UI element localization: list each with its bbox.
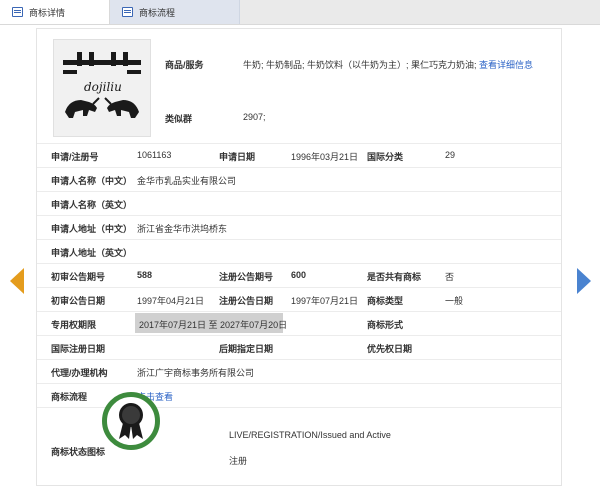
rights-period-value: 2017年07月21日 至 2027年07月20日 — [139, 320, 288, 330]
divider — [37, 191, 561, 192]
status-icon-label: 商标状态图标 — [51, 447, 106, 457]
next-arrow-icon[interactable] — [577, 268, 591, 294]
award-ribbon-icon — [119, 403, 143, 439]
reg-no-value: 1061163 — [137, 150, 172, 160]
applicant-name-cn-label: 申请人名称（中文） — [51, 176, 133, 186]
prelim-pub-no-label: 初审公告期号 — [51, 272, 106, 282]
application-date-value: 1996年03月21日 — [291, 152, 359, 162]
document-icon — [122, 7, 133, 17]
prelim-pub-date-value: 1997年04月21日 — [137, 296, 205, 306]
intl-reg-date-label: 国际注册日期 — [51, 344, 106, 354]
tab-trademark-details[interactable]: 商标详情 — [0, 0, 110, 24]
goods-label: 商品/服务 — [165, 60, 204, 70]
divider — [37, 311, 561, 312]
divider — [37, 239, 561, 240]
application-date-label: 申请日期 — [219, 152, 256, 162]
similar-group-label: 类似群 — [165, 114, 193, 124]
tab-trademark-process[interactable]: 商标流程 — [110, 0, 240, 24]
applicant-name-cn-value: 金华市乳品实业有限公司 — [137, 176, 237, 186]
trademark-image: dojiliu — [53, 39, 151, 137]
goods-list: 牛奶; 牛奶制品; 牛奶饮料（以牛奶为主）; 果仁巧克力奶油; — [243, 60, 477, 70]
trademark-type-label: 商标类型 — [367, 296, 404, 306]
divider — [37, 167, 561, 168]
goods-value: 牛奶; 牛奶制品; 牛奶饮料（以牛奶为主）; 果仁巧克力奶油; 查看详细信息 — [243, 58, 533, 71]
trademark-form-label: 商标形式 — [367, 320, 404, 330]
similar-group-value: 2907; — [243, 112, 266, 122]
view-details-link[interactable]: 查看详细信息 — [479, 60, 533, 70]
reg-pub-date-label: 注册公告日期 — [219, 296, 274, 306]
applicant-address-cn-label: 申请人地址（中文） — [51, 224, 133, 234]
reg-pub-no-label: 注册公告期号 — [219, 272, 274, 282]
agent-label: 代理/办理机构 — [51, 368, 108, 378]
priority-date-label: 优先权日期 — [367, 344, 413, 354]
shared-trademark-label: 是否共有商标 — [367, 272, 422, 282]
reg-no-label: 申请/注册号 — [51, 152, 99, 162]
tab-label: 商标详情 — [29, 7, 66, 18]
document-icon — [12, 7, 23, 17]
reg-pub-date-value: 1997年07月21日 — [291, 296, 359, 306]
shared-trademark-value: 否 — [445, 272, 455, 282]
later-designation-date-label: 后期指定日期 — [219, 344, 274, 354]
prelim-pub-no-value: 588 — [137, 270, 153, 280]
status-badge — [102, 392, 160, 450]
divider — [37, 335, 561, 336]
divider — [37, 143, 561, 144]
rights-period-label: 专用权期限 — [51, 320, 97, 330]
divider — [37, 287, 561, 288]
agent-value: 浙江广宇商标事务所有限公司 — [137, 368, 255, 378]
status-en-value: LIVE/REGISTRATION/Issued and Active — [229, 430, 391, 440]
divider — [37, 263, 561, 264]
divider — [37, 359, 561, 360]
tab-label: 商标流程 — [139, 7, 176, 18]
status-cn-value: 注册 — [229, 456, 248, 466]
applicant-name-en-label: 申请人名称（英文） — [51, 200, 133, 210]
divider — [37, 383, 561, 384]
logo-wordmark: dojiliu — [84, 80, 122, 94]
divider — [37, 215, 561, 216]
intl-class-label: 国际分类 — [367, 152, 404, 162]
process-label: 商标流程 — [51, 392, 88, 402]
applicant-address-en-label: 申请人地址（英文） — [51, 248, 133, 258]
previous-arrow-icon[interactable] — [10, 268, 24, 294]
intl-class-value: 29 — [445, 150, 456, 160]
prelim-pub-date-label: 初审公告日期 — [51, 296, 106, 306]
reg-pub-no-value: 600 — [291, 270, 307, 280]
trademark-type-value: 一般 — [445, 296, 464, 306]
applicant-address-cn-value: 浙江省金华市洪坞桥东 — [137, 224, 228, 234]
tab-bar: 商标详情 商标流程 — [0, 0, 600, 25]
